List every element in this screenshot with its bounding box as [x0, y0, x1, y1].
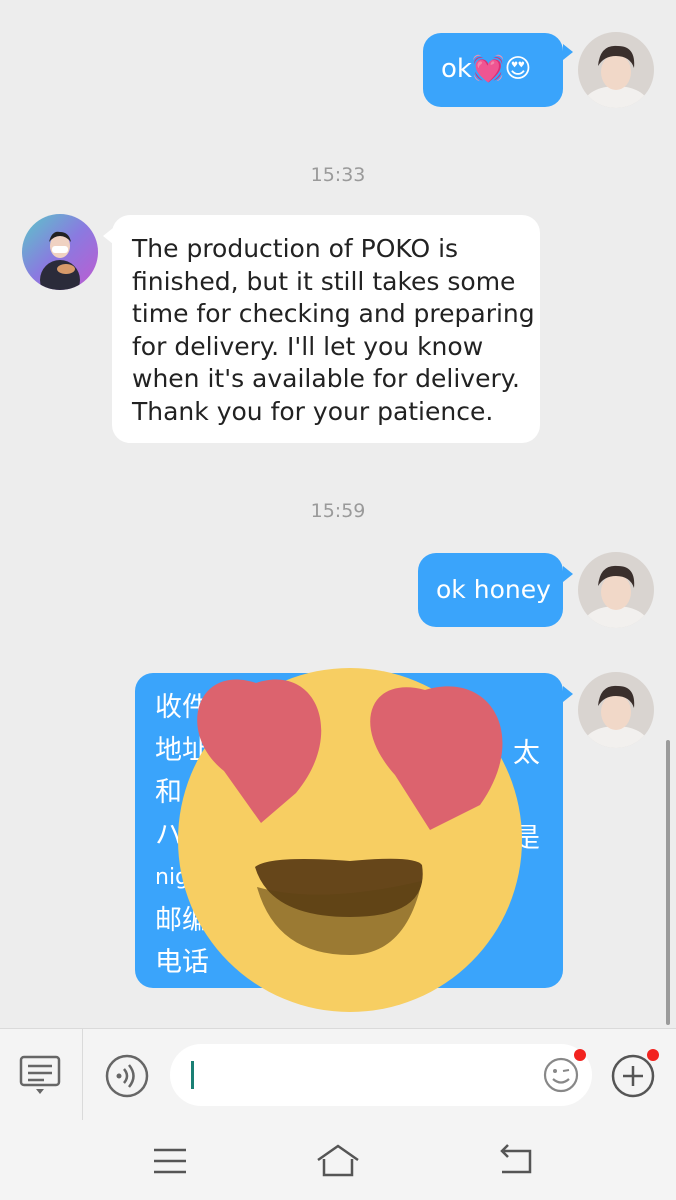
- bubble-tail: [563, 44, 573, 60]
- voice-icon[interactable]: [104, 1053, 150, 1099]
- timestamp: 15:59: [310, 500, 366, 522]
- message-bubble-incoming[interactable]: The production of POKO is finished, but …: [112, 215, 540, 443]
- message-text: ok💓😍: [441, 54, 532, 84]
- text-cursor: [191, 1061, 194, 1089]
- notification-badge: [574, 1049, 586, 1061]
- message-line: when it's available for delivery.: [132, 364, 520, 394]
- bubble-tail: [563, 566, 573, 582]
- emoji-icon[interactable]: [542, 1056, 580, 1094]
- message-line: time for checking and preparing: [132, 299, 535, 329]
- menu-icon[interactable]: [150, 1144, 190, 1178]
- message-text: The production of POKO is finished, but …: [132, 233, 535, 429]
- message-line: for delivery. I'll let you know: [132, 331, 484, 361]
- avatar-self[interactable]: [578, 672, 654, 748]
- home-icon[interactable]: [315, 1142, 361, 1180]
- avatar-self[interactable]: [578, 552, 654, 628]
- bubble-tail: [563, 686, 573, 702]
- heart-eyes-emoji-icon: [170, 655, 530, 1015]
- divider: [82, 1029, 83, 1121]
- message-text: ok honey: [436, 575, 551, 604]
- message-bubble-outgoing[interactable]: ok honey: [418, 553, 563, 627]
- chat-area[interactable]: ok💓😍 15:33 The production of POKO is fin…: [0, 0, 676, 1028]
- back-icon[interactable]: [496, 1142, 536, 1178]
- message-line: The production of POKO is: [132, 234, 459, 263]
- avatar-self[interactable]: [578, 32, 654, 108]
- scrollbar[interactable]: [666, 740, 670, 1025]
- message-bubble-outgoing[interactable]: ok💓😍: [423, 33, 563, 107]
- message-line: finished, but it still takes some: [132, 266, 516, 296]
- keyboard-icon[interactable]: [18, 1053, 64, 1099]
- notification-badge: [647, 1049, 659, 1061]
- input-bar: [0, 1028, 676, 1121]
- message-input[interactable]: [170, 1044, 592, 1106]
- timestamp: 15:33: [310, 164, 366, 186]
- message-line: Thank you for your patience.: [132, 396, 494, 426]
- system-nav-bar: [0, 1120, 676, 1200]
- avatar-contact[interactable]: [22, 214, 98, 290]
